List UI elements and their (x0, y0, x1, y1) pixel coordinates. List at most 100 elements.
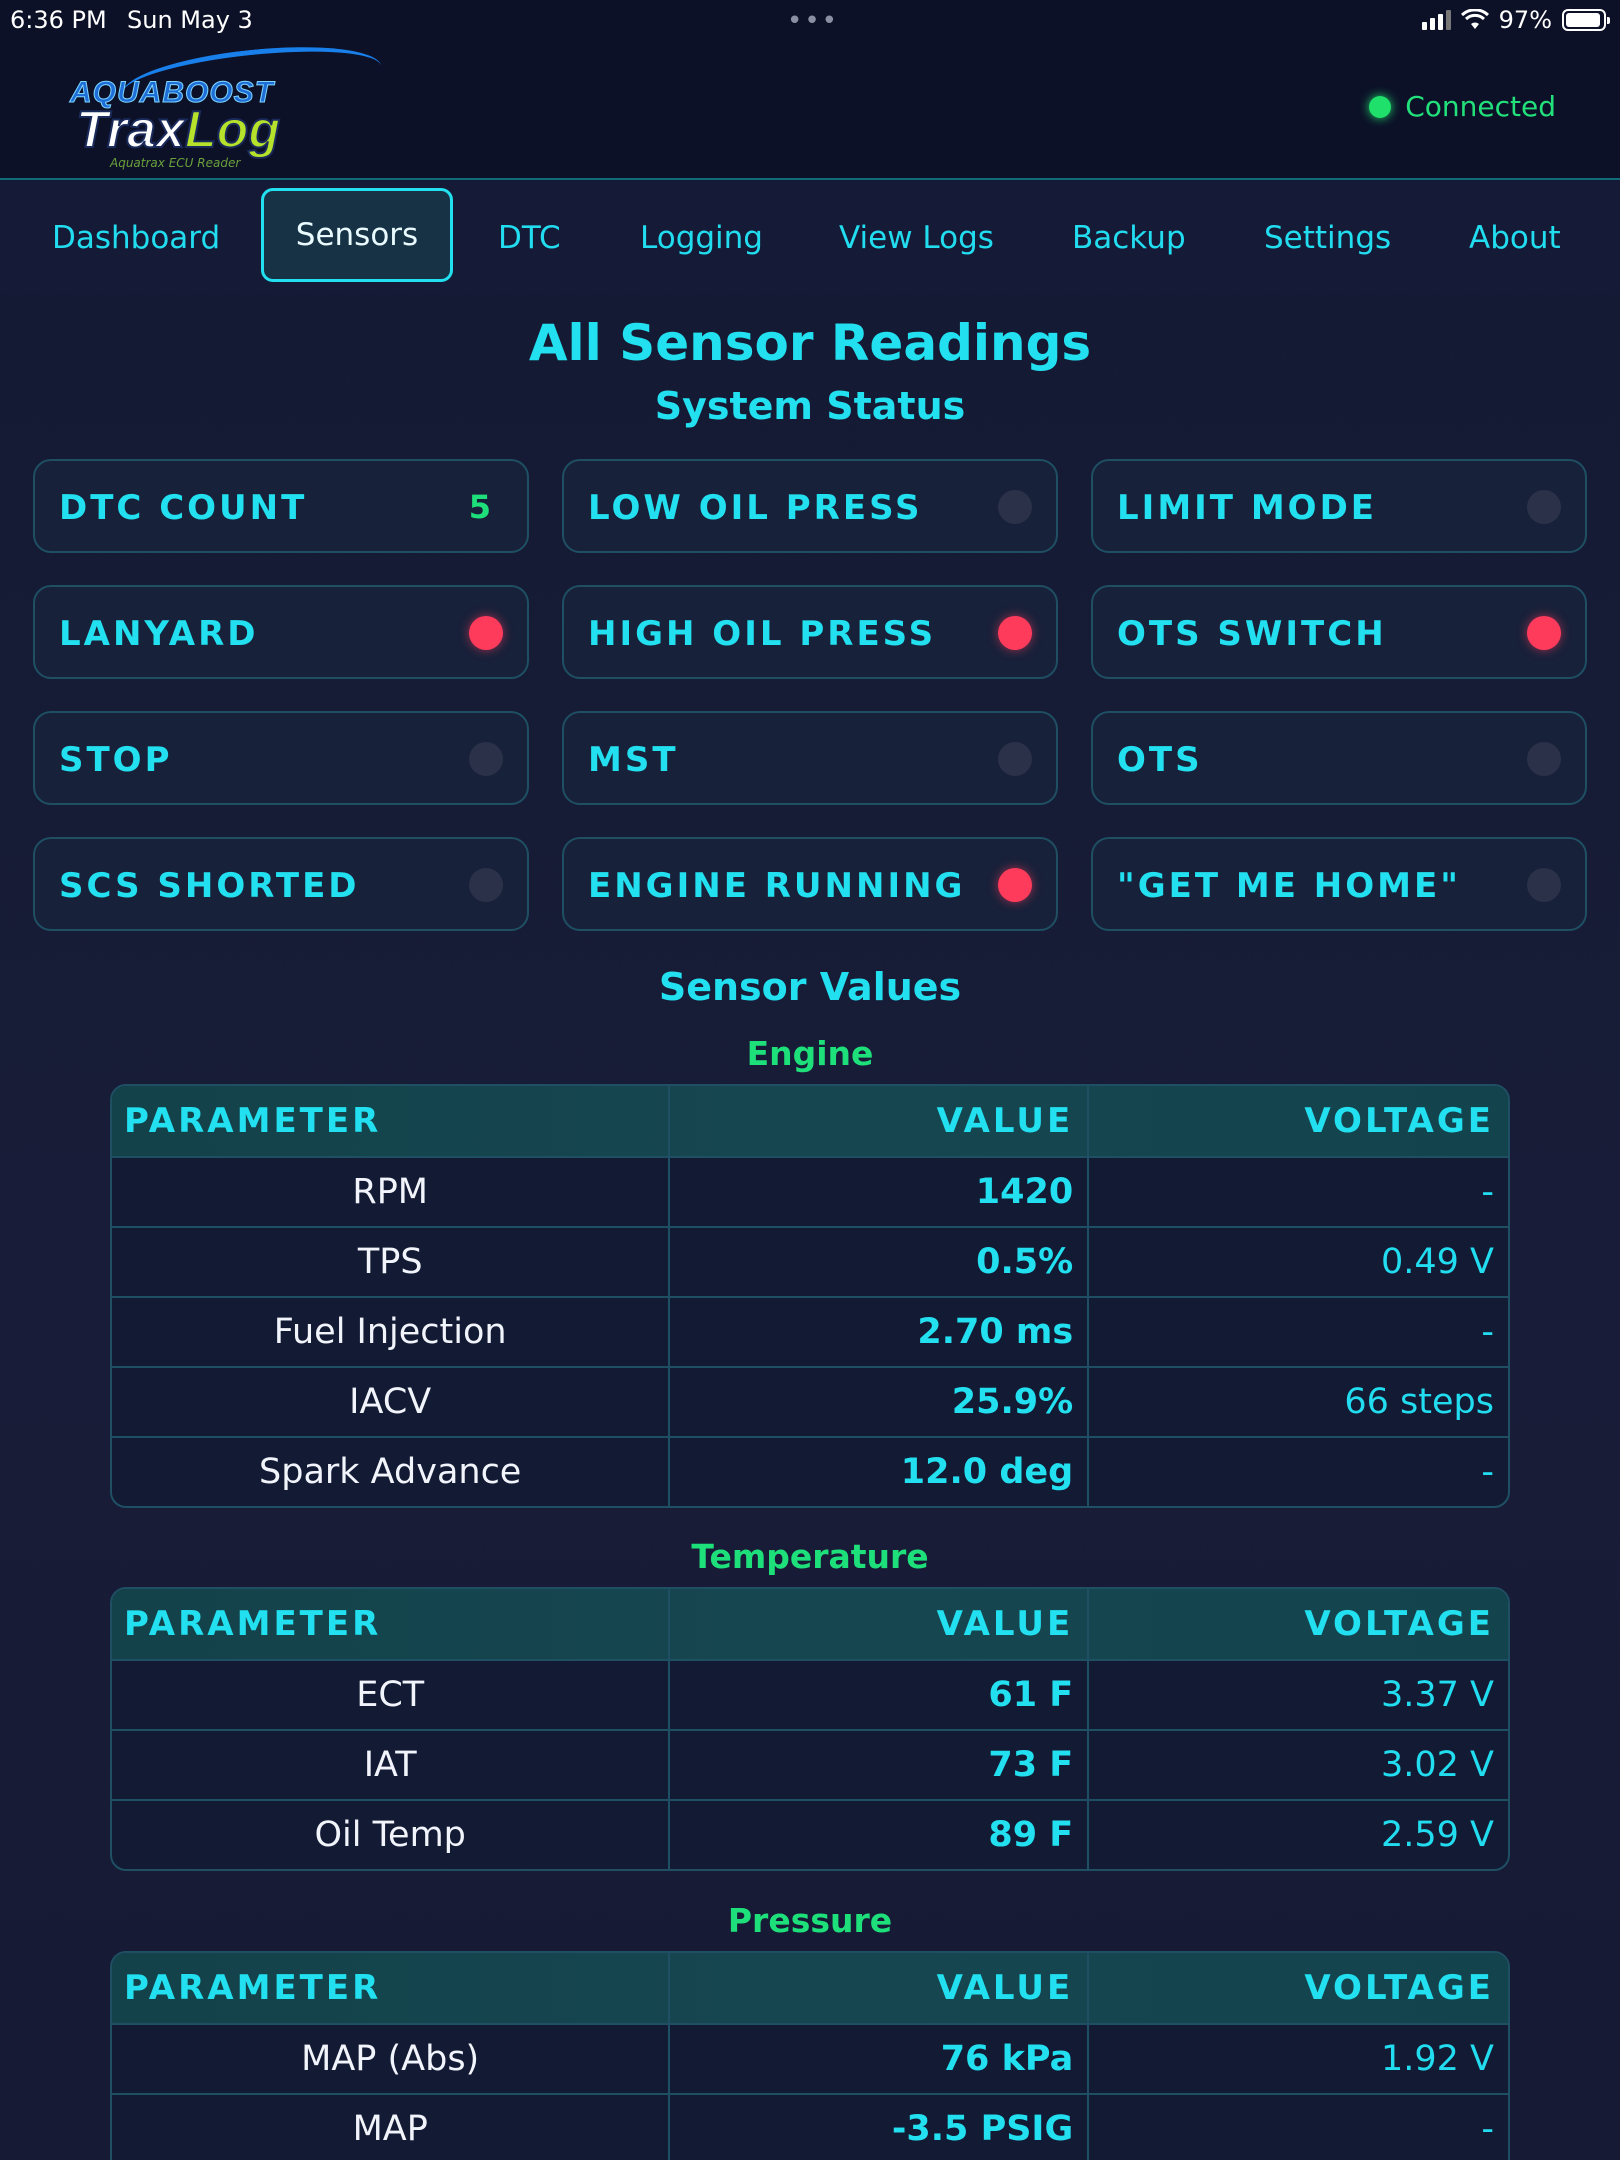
value-cell: 1420 (670, 1158, 1090, 1226)
column-header-parameter: PARAMETER (112, 1086, 671, 1156)
param-cell: ECT (112, 1661, 671, 1729)
status-indicator-icon (998, 868, 1032, 902)
status-card-label: SCS SHORTED (59, 866, 360, 906)
table-row: Fuel Injection 2.70 ms - (112, 1296, 1508, 1366)
pressure-table: PARAMETER VALUE VOLTAGE MAP (Abs) 76 kPa… (110, 1951, 1510, 2160)
status-card-label: HIGH OIL PRESS (588, 614, 937, 654)
status-card-label: OTS SWITCH (1117, 614, 1387, 654)
tab-settings[interactable]: Settings (1264, 220, 1391, 256)
engine-table: PARAMETER VALUE VOLTAGE RPM 1420 - TPS 0… (110, 1084, 1510, 1508)
wifi-icon (1460, 9, 1489, 29)
value-cell: 76 kPa (670, 2025, 1090, 2093)
page-title: All Sensor Readings (528, 314, 1092, 372)
table-row: IAT 73 F 3.02 V (112, 1729, 1508, 1799)
status-card-label: LOW OIL PRESS (588, 488, 923, 528)
table-row: RPM 1420 - (112, 1156, 1508, 1226)
value-cell: 73 F (670, 1731, 1090, 1799)
dtc-count-value: 5 (468, 488, 491, 526)
table-row: IACV 25.9% 66 steps (112, 1366, 1508, 1436)
param-cell: MAP (112, 2095, 671, 2160)
logo-trax: Trax (75, 100, 186, 160)
param-cell: Fuel Injection (112, 1298, 671, 1366)
logo-product-text: TraxLog (75, 100, 281, 160)
tab-dashboard[interactable]: Dashboard (52, 220, 220, 256)
battery-percent: 97% (1498, 6, 1552, 34)
table-row: Spark Advance 12.0 deg - (112, 1436, 1508, 1506)
tab-sensors[interactable]: Sensors (261, 188, 453, 282)
value-cell: 61 F (670, 1661, 1090, 1729)
value-cell: 25.9% (670, 1368, 1090, 1436)
status-card-label: MST (588, 740, 679, 780)
connection-status: Connected (1369, 90, 1556, 123)
system-status-title: System Status (654, 384, 966, 428)
tab-view-logs[interactable]: View Logs (839, 220, 994, 256)
sensor-values-title: Sensor Values (658, 965, 962, 1009)
status-card-mst: MST (562, 711, 1058, 805)
section-title-pressure: Pressure (727, 1901, 893, 1940)
status-card-limit-mode: LIMIT MODE (1091, 459, 1587, 553)
table-row: ECT 61 F 3.37 V (112, 1659, 1508, 1729)
voltage-cell: 3.37 V (1381, 1675, 1494, 1715)
status-card-label: STOP (59, 740, 173, 780)
status-time: 6:36 PM (10, 6, 107, 34)
section-title-temperature: Temperature (691, 1537, 929, 1576)
multitasking-dots-icon[interactable]: ••• (787, 6, 839, 36)
column-header-parameter: PARAMETER (112, 1589, 671, 1659)
voltage-cell: - (1481, 2109, 1494, 2149)
table-header-row: PARAMETER VALUE VOLTAGE (112, 1589, 1508, 1659)
status-card-dtc-count: DTC COUNT 5 (33, 459, 529, 553)
table-row: TPS 0.5% 0.49 V (112, 1226, 1508, 1296)
status-card-label: DTC COUNT (59, 488, 308, 528)
main-nav: Dashboard Sensors DTC Logging View Logs … (0, 182, 1620, 294)
table-row: MAP -3.5 PSIG - (112, 2093, 1508, 2160)
value-cell: 12.0 deg (670, 1438, 1090, 1506)
column-header-voltage: VOLTAGE (1304, 1968, 1494, 2008)
table-row: Oil Temp 89 F 2.59 V (112, 1799, 1508, 1869)
value-cell: 2.70 ms (670, 1298, 1090, 1366)
param-cell: IACV (112, 1368, 671, 1436)
status-card-stop: STOP (33, 711, 529, 805)
tab-dtc[interactable]: DTC (498, 220, 561, 256)
voltage-cell: - (1481, 1172, 1494, 1212)
param-cell: RPM (112, 1158, 671, 1226)
status-indicator-icon (998, 616, 1032, 650)
status-card-lanyard: LANYARD (33, 585, 529, 679)
ios-status-bar: 6:36 PM Sun May 3 ••• 97% (0, 0, 1620, 40)
connection-indicator-icon (1369, 95, 1392, 118)
table-header-row: PARAMETER VALUE VOLTAGE (112, 1086, 1508, 1156)
status-indicator-icon (1527, 742, 1561, 776)
param-cell: TPS (112, 1228, 671, 1296)
status-indicator-icon (998, 490, 1032, 524)
tab-about[interactable]: About (1469, 220, 1561, 256)
status-indicator-icon (469, 742, 503, 776)
tab-backup[interactable]: Backup (1072, 220, 1186, 256)
status-card-ots-switch: OTS SWITCH (1091, 585, 1587, 679)
status-indicator-icon (998, 742, 1032, 776)
tab-logging[interactable]: Logging (640, 220, 763, 256)
status-date: Sun May 3 (127, 6, 253, 34)
voltage-cell: 0.49 V (1381, 1242, 1494, 1282)
voltage-cell: 1.92 V (1381, 2039, 1494, 2079)
table-header-row: PARAMETER VALUE VOLTAGE (112, 1953, 1508, 2023)
cellular-signal-icon (1421, 10, 1451, 30)
status-card-label: LANYARD (59, 614, 259, 654)
connection-label: Connected (1405, 90, 1556, 123)
column-header-value: VALUE (670, 1589, 1090, 1659)
section-title-engine: Engine (746, 1034, 874, 1073)
status-card-low-oil-press: LOW OIL PRESS (562, 459, 1058, 553)
voltage-cell: 3.02 V (1381, 1745, 1494, 1785)
status-indicator-icon (1527, 616, 1561, 650)
status-indicator-icon (1527, 490, 1561, 524)
status-card-get-me-home: "GET ME HOME" (1091, 837, 1587, 931)
status-card-scs-shorted: SCS SHORTED (33, 837, 529, 931)
app-header: AQUABOOST TraxLog Aquatrax ECU Reader Co… (0, 36, 1620, 180)
status-card-label: "GET ME HOME" (1117, 866, 1461, 906)
value-cell: 89 F (670, 1801, 1090, 1869)
param-cell: IAT (112, 1731, 671, 1799)
value-cell: -3.5 PSIG (670, 2095, 1090, 2160)
param-cell: Spark Advance (112, 1438, 671, 1506)
voltage-cell: 2.59 V (1381, 1815, 1494, 1855)
column-header-value: VALUE (670, 1086, 1090, 1156)
column-header-value: VALUE (670, 1953, 1090, 2023)
status-indicator-icon (469, 616, 503, 650)
